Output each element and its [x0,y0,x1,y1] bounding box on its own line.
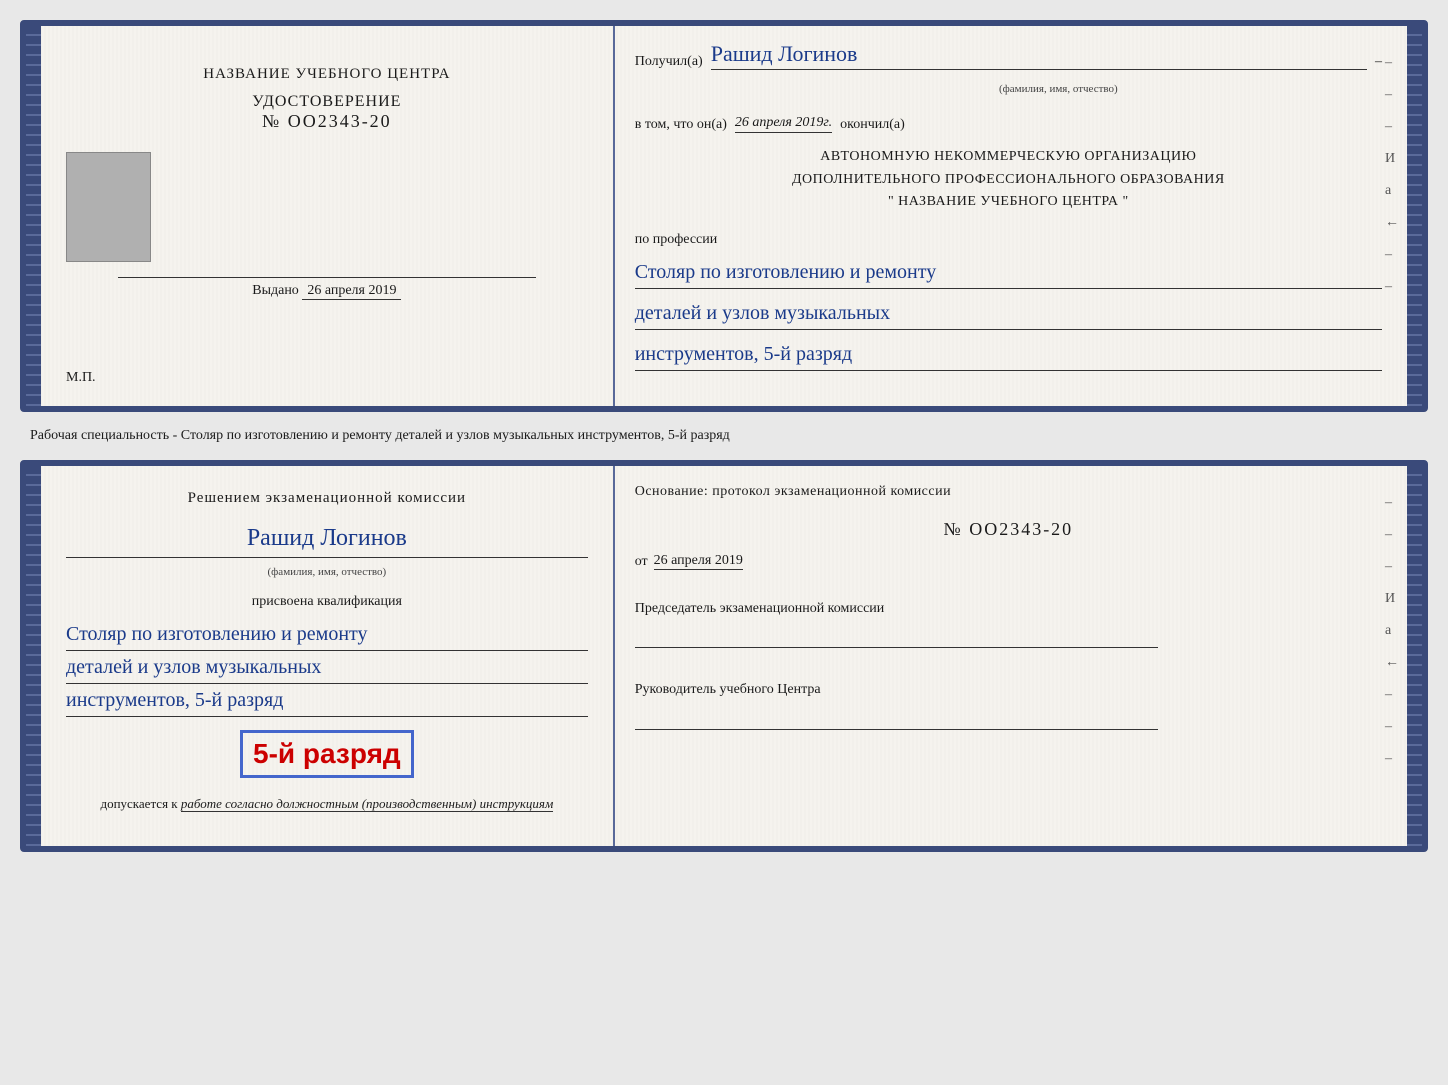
osnovanie-label: Основание: протокол экзаменационной коми… [635,484,951,499]
osnovanie-block: Основание: протокол экзаменационной коми… [635,481,1382,503]
right-dashes-bottom: – – – И а ← – – – [1385,496,1399,766]
recipient-sublabel: (фамилия, имя, отчество) [735,83,1382,95]
vtom-suffix: окончил(а) [840,117,905,133]
ot-prefix: от [635,554,648,570]
bottom-doc-right: Основание: протокол экзаменационной коми… [615,466,1407,846]
prisvoena-label: присвоена квалификация [252,594,402,610]
recipient-prefix: Получил(а) [635,54,703,70]
bottom-document: Решением экзаменационной комиссии Рашид … [20,460,1428,852]
between-label-text: Рабочая специальность - Столяр по изгото… [30,428,730,443]
udost-label: УДОСТОВЕРЕНИЕ [252,93,401,111]
kvalif-line1: Столяр по изготовлению и ремонту [66,620,588,651]
vtom-prefix: в том, что он(а) [635,117,727,133]
komissia-name: Рашид Логинов [66,523,588,558]
issued-date: 26 апреля 2019 [302,283,401,300]
recipient-dash: – [1375,54,1382,70]
top-document: НАЗВАНИЕ УЧЕБНОГО ЦЕНТРА УДОСТОВЕРЕНИЕ №… [20,20,1428,412]
recipient-line: Получил(а) Рашид Логинов – [635,41,1382,70]
profession-line3: инструментов, 5-й разряд [635,340,1382,371]
fio-sublabel: (фамилия, имя, отчество) [66,566,588,578]
ot-line: от 26 апреля 2019 [635,553,1382,570]
profession-line2: деталей и узлов музыкальных [635,299,1382,330]
org-line1: АВТОНОМНУЮ НЕКОММЕРЧЕСКУЮ ОРГАНИЗАЦИЮ [635,146,1382,168]
profession-label: по профессии [635,232,1382,248]
org-block: АВТОНОМНУЮ НЕКОММЕРЧЕСКУЮ ОРГАНИЗАЦИЮ ДО… [635,146,1382,213]
kvalif-line2: деталей и узлов музыкальных [66,653,588,684]
right-stripe-top [1407,26,1422,406]
dopuskaetsya-prefix: допускается к [100,796,177,811]
rukovoditel-block: Руководитель учебного Центра [635,679,1382,732]
dopuskaetsya-block: допускается к работе согласно должностны… [100,794,553,814]
kvalif-line3: инструментов, 5-й разряд [66,686,588,717]
rukovoditel-label: Руководитель учебного Центра [635,679,1382,701]
mp-label: М.П. [66,370,96,386]
page-wrapper: НАЗВАНИЕ УЧЕБНОГО ЦЕНТРА УДОСТОВЕРЕНИЕ №… [10,10,1438,862]
protocol-number: № OO2343-20 [635,519,1382,540]
predsedatel-block: Председатель экзаменационной комиссии [635,598,1382,651]
right-stripe-bottom [1407,466,1422,846]
recipient-name: Рашид Логинов [711,41,1367,70]
predsedatel-sig-line [635,628,1158,648]
right-dashes: – – – И а ← – – [1385,56,1399,294]
udost-block: УДОСТОВЕРЕНИЕ № OO2343-20 [252,93,401,132]
komissia-title: Решением экзаменационной комиссии [188,486,466,510]
profession-line1: Столяр по изготовлению и ремонту [635,258,1382,289]
left-stripe-top [26,26,41,406]
ot-date: 26 апреля 2019 [654,553,743,570]
dopuskaetsya-text: работе согласно должностным (производств… [181,796,553,812]
highlighted-rank-text: 5-й разряд [253,738,401,769]
center-title: НАЗВАНИЕ УЧЕБНОГО ЦЕНТРА [203,66,450,83]
kvalif-lines: Столяр по изготовлению и ремонту деталей… [66,618,588,717]
predsedatel-label: Председатель экзаменационной комиссии [635,598,1382,620]
between-label: Рабочая специальность - Столяр по изгото… [20,420,1428,452]
issued-label: Выдано [252,283,299,298]
top-doc-right: Получил(а) Рашид Логинов – (фамилия, имя… [615,26,1407,406]
vtom-line: в том, что он(а) 26 апреля 2019г. окончи… [635,115,1382,133]
bottom-doc-left: Решением экзаменационной комиссии Рашид … [41,466,615,846]
highlighted-rank-box: 5-й разряд [240,730,414,778]
rukovoditel-sig-line [635,710,1158,730]
issued-block: Выдано 26 апреля 2019 [66,283,588,305]
org-line2: ДОПОЛНИТЕЛЬНОГО ПРОФЕССИОНАЛЬНОГО ОБРАЗО… [635,169,1382,191]
left-stripe-bottom [26,466,41,846]
vtom-date: 26 апреля 2019г. [735,115,832,133]
org-line3: " НАЗВАНИЕ УЧЕБНОГО ЦЕНТРА " [635,191,1382,213]
udost-number: № OO2343-20 [252,111,401,132]
photo-placeholder [66,152,151,262]
top-doc-left: НАЗВАНИЕ УЧЕБНОГО ЦЕНТРА УДОСТОВЕРЕНИЕ №… [41,26,615,406]
